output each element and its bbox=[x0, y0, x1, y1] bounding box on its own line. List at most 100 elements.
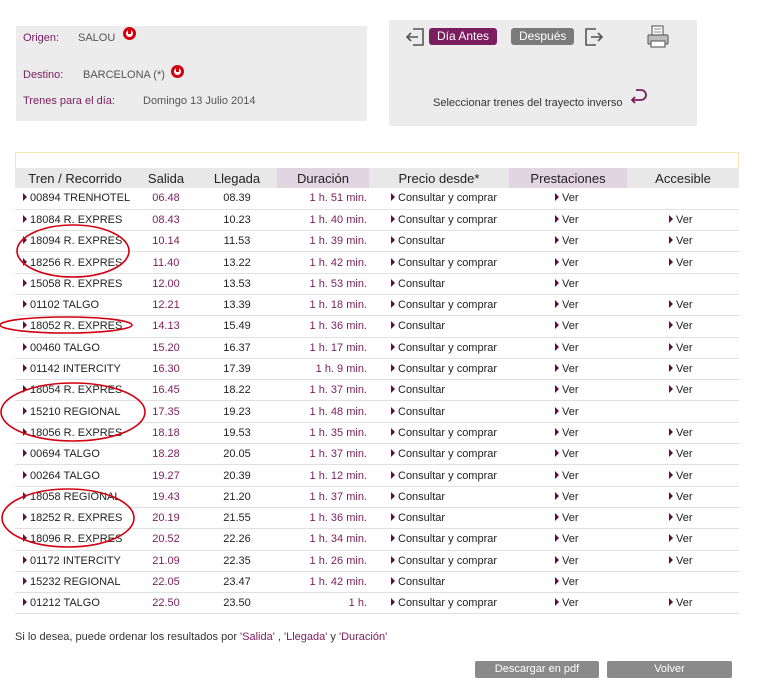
price-link[interactable]: Consultar bbox=[398, 512, 445, 524]
price-link[interactable]: Consultar bbox=[398, 320, 445, 332]
price-link[interactable]: Consultar y comprar bbox=[398, 342, 497, 354]
origin-info-icon[interactable] bbox=[123, 27, 136, 40]
header-tren[interactable]: Tren / Recorrido bbox=[15, 168, 135, 188]
train-cell[interactable]: 18052 R. EXPRES bbox=[30, 320, 122, 332]
services-link[interactable]: Ver bbox=[562, 384, 579, 396]
exit-right-icon[interactable] bbox=[582, 27, 604, 47]
train-cell[interactable]: 01212 TALGO bbox=[30, 597, 100, 609]
accessible-link[interactable]: Ver bbox=[676, 555, 693, 567]
price-link[interactable]: Consultar bbox=[398, 491, 445, 503]
accessible-link[interactable]: Ver bbox=[676, 214, 693, 226]
accessible-link[interactable]: Ver bbox=[676, 320, 693, 332]
services-link[interactable]: Ver bbox=[562, 491, 579, 503]
services-link[interactable]: Ver bbox=[562, 555, 579, 567]
triangle-bullet-icon bbox=[23, 257, 27, 266]
train-cell[interactable]: 18058 REGIONAL bbox=[30, 491, 121, 503]
services-link[interactable]: Ver bbox=[562, 533, 579, 545]
sort-by-salida-link[interactable]: 'Salida' bbox=[240, 631, 275, 643]
train-cell[interactable]: 18054 R. EXPRES bbox=[30, 384, 122, 396]
train-cell[interactable]: 18096 R. EXPRES bbox=[30, 533, 122, 545]
train-cell[interactable]: 18084 R. EXPRES bbox=[30, 214, 122, 226]
price-link[interactable]: Consultar y comprar bbox=[398, 470, 497, 482]
price-link[interactable]: Consultar y comprar bbox=[398, 257, 497, 269]
train-cell[interactable]: 00460 TALGO bbox=[30, 342, 100, 354]
services-link[interactable]: Ver bbox=[562, 448, 579, 460]
services-link[interactable]: Ver bbox=[562, 257, 579, 269]
printer-icon[interactable] bbox=[645, 24, 671, 50]
price-link[interactable]: Consultar bbox=[398, 278, 445, 290]
back-button[interactable]: Volver bbox=[607, 661, 732, 678]
train-cell[interactable]: 18056 R. EXPRES bbox=[30, 427, 122, 439]
triangle-bullet-icon bbox=[555, 342, 559, 351]
price-link[interactable]: Consultar bbox=[398, 576, 445, 588]
price-link[interactable]: Consultar bbox=[398, 384, 445, 396]
services-link[interactable]: Ver bbox=[562, 299, 579, 311]
exit-left-icon[interactable] bbox=[405, 27, 427, 47]
previous-day-button[interactable]: Día Antes bbox=[429, 28, 498, 45]
train-cell[interactable]: 18256 R. EXPRES bbox=[30, 257, 122, 269]
accessible-link[interactable]: Ver bbox=[676, 448, 693, 460]
accessible-link[interactable]: Ver bbox=[676, 257, 693, 269]
services-link[interactable]: Ver bbox=[562, 214, 579, 226]
next-day-button[interactable]: Después bbox=[511, 28, 575, 45]
train-cell[interactable]: 01172 INTERCITY bbox=[30, 555, 121, 567]
destination-info-icon[interactable] bbox=[171, 65, 184, 78]
accessible-link[interactable]: Ver bbox=[676, 235, 693, 247]
price-link[interactable]: Consultar bbox=[398, 406, 445, 418]
train-cell[interactable]: 00894 TRENHOTEL bbox=[30, 192, 130, 204]
accessible-link[interactable]: Ver bbox=[676, 363, 693, 375]
price-link[interactable]: Consultar y comprar bbox=[398, 299, 497, 311]
services-link[interactable]: Ver bbox=[562, 470, 579, 482]
services-link[interactable]: Ver bbox=[562, 320, 579, 332]
price-link-container: Consultar bbox=[369, 571, 509, 594]
accessible-link[interactable]: Ver bbox=[676, 533, 693, 545]
return-arrow-icon[interactable] bbox=[628, 86, 650, 108]
accessible-link[interactable]: Ver bbox=[676, 491, 693, 503]
header-salida[interactable]: Salida bbox=[135, 168, 197, 188]
price-link[interactable]: Consultar y comprar bbox=[398, 363, 497, 375]
sort-by-llegada-link[interactable]: 'Llegada' bbox=[284, 631, 327, 643]
accessible-link[interactable]: Ver bbox=[676, 342, 693, 354]
price-link[interactable]: Consultar y comprar bbox=[398, 448, 497, 460]
price-link[interactable]: Consultar y comprar bbox=[398, 192, 497, 204]
services-link[interactable]: Ver bbox=[562, 427, 579, 439]
services-link[interactable]: Ver bbox=[562, 235, 579, 247]
train-cell[interactable]: 15058 R. EXPRES bbox=[30, 278, 122, 290]
price-link[interactable]: Consultar y comprar bbox=[398, 597, 497, 609]
train-cell-container: 15210 REGIONAL bbox=[15, 400, 135, 423]
accessible-link[interactable]: Ver bbox=[676, 597, 693, 609]
header-duracion[interactable]: Duración bbox=[277, 168, 369, 188]
price-link[interactable]: Consultar y comprar bbox=[398, 427, 497, 439]
train-cell[interactable]: 01142 INTERCITY bbox=[30, 363, 121, 375]
accessible-link[interactable]: Ver bbox=[676, 427, 693, 439]
triangle-bullet-icon bbox=[391, 321, 395, 330]
train-cell[interactable]: 15210 REGIONAL bbox=[30, 406, 121, 418]
sort-by-duracion-link[interactable]: 'Duración' bbox=[339, 631, 387, 643]
train-cell[interactable]: 00694 TALGO bbox=[30, 448, 100, 460]
train-cell[interactable]: 00264 TALGO bbox=[30, 470, 100, 482]
duration-cell: 1 h. 48 min. bbox=[309, 405, 367, 418]
price-link[interactable]: Consultar bbox=[398, 235, 445, 247]
services-link[interactable]: Ver bbox=[562, 576, 579, 588]
price-link[interactable]: Consultar y comprar bbox=[398, 214, 497, 226]
accessible-link[interactable]: Ver bbox=[676, 512, 693, 524]
price-link[interactable]: Consultar y comprar bbox=[398, 555, 497, 567]
services-link[interactable]: Ver bbox=[562, 278, 579, 290]
price-link[interactable]: Consultar y comprar bbox=[398, 533, 497, 545]
inverse-trip-link[interactable]: Seleccionar trenes del trayecto inverso bbox=[433, 97, 623, 109]
download-pdf-button[interactable]: Descargar en pdf bbox=[475, 661, 599, 678]
header-llegada[interactable]: Llegada bbox=[197, 168, 277, 188]
train-cell[interactable]: 01102 TALGO bbox=[30, 299, 99, 311]
services-link[interactable]: Ver bbox=[562, 512, 579, 524]
services-link[interactable]: Ver bbox=[562, 363, 579, 375]
services-link[interactable]: Ver bbox=[562, 597, 579, 609]
accessible-link[interactable]: Ver bbox=[676, 384, 693, 396]
train-cell[interactable]: 15232 REGIONAL bbox=[30, 576, 121, 588]
services-link[interactable]: Ver bbox=[562, 406, 579, 418]
accessible-link[interactable]: Ver bbox=[676, 470, 693, 482]
train-cell[interactable]: 18252 R. EXPRES bbox=[30, 512, 122, 524]
train-cell[interactable]: 18094 R. EXPRES bbox=[30, 235, 122, 247]
accessible-link[interactable]: Ver bbox=[676, 299, 693, 311]
services-link[interactable]: Ver bbox=[562, 342, 579, 354]
services-link[interactable]: Ver bbox=[562, 192, 579, 204]
